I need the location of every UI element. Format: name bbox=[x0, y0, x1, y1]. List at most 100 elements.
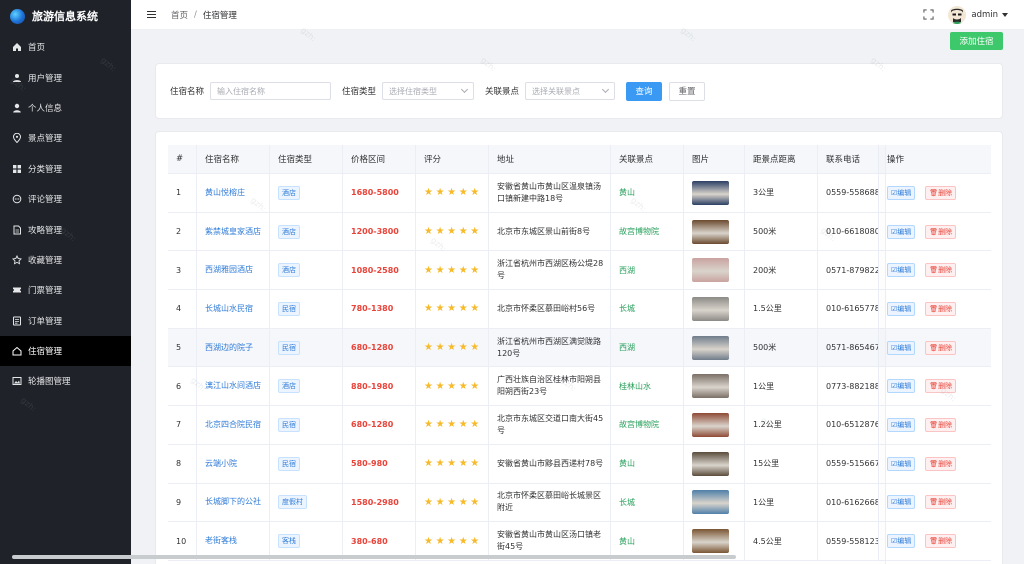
accommodation-name-link[interactable]: 紫禁城皇家酒店 bbox=[205, 226, 267, 238]
sidebar-item-5[interactable]: 评论管理 bbox=[0, 184, 131, 214]
caret-down-icon[interactable] bbox=[1002, 12, 1008, 17]
table-row[interactable]: 2 紫禁城皇家酒店 酒店 1200-3800 ★★★★★ 北京市东城区景山前街8号 故宫博物… bbox=[168, 212, 991, 252]
accommodation-thumbnail[interactable] bbox=[692, 529, 729, 554]
delete-button[interactable]: 🗑 删除 bbox=[925, 417, 957, 432]
accommodation-thumbnail[interactable] bbox=[692, 490, 729, 515]
delete-button[interactable]: 🗑 删除 bbox=[925, 534, 957, 549]
type-filter-select[interactable]: 选择住宿类型 bbox=[382, 82, 475, 100]
sidebar-item-label: 分类管理 bbox=[28, 164, 63, 175]
accommodation-name-link[interactable]: 西湖雅园酒店 bbox=[205, 264, 259, 276]
related-spot-link[interactable]: 黄山 bbox=[619, 536, 635, 547]
related-spot-link[interactable]: 黄山 bbox=[619, 458, 635, 469]
accommodation-thumbnail[interactable] bbox=[692, 451, 729, 476]
table-row[interactable]: 6 漓江山水间酒店 酒店 880-1980 ★★★★★ 广西壮族自治区桂林市阳朔县阳朔西街… bbox=[168, 367, 991, 407]
accommodation-name-link[interactable]: 漓江山水间酒店 bbox=[205, 380, 267, 392]
query-button[interactable]: 查询 bbox=[626, 81, 663, 101]
related-spot-link[interactable]: 故宫博物院 bbox=[619, 226, 659, 237]
price-range: 680-1280 bbox=[351, 343, 394, 353]
related-spot-link[interactable]: 西湖 bbox=[619, 342, 635, 353]
delete-button[interactable]: 🗑 删除 bbox=[925, 301, 957, 316]
related-spot-link[interactable]: 故宫博物院 bbox=[619, 419, 659, 430]
edit-button[interactable]: ☑ 编辑 bbox=[887, 456, 916, 471]
phone: 0559-5156677 bbox=[826, 459, 879, 469]
reset-button[interactable]: 重置 bbox=[669, 81, 706, 101]
username[interactable]: admin bbox=[971, 10, 998, 20]
accommodation-name-link[interactable]: 西湖边的院子 bbox=[205, 342, 259, 354]
table-row[interactable]: 5 西湖边的院子 民宿 680-1280 ★★★★★ 浙江省杭州市西湖区满觉陇路120号 西… bbox=[168, 328, 991, 368]
delete-button[interactable]: 🗑 删除 bbox=[925, 340, 957, 355]
edit-button[interactable]: ☑ 编辑 bbox=[887, 379, 916, 394]
delete-button[interactable]: 🗑 删除 bbox=[925, 456, 957, 471]
spot-filter-label: 关联景点 bbox=[485, 87, 520, 97]
table-row[interactable]: 1 黄山悦榕庄 酒店 1680-5800 ★★★★★ 安徽省黄山市黄山区温泉镇汤口镇新建中… bbox=[168, 174, 991, 213]
delete-button[interactable]: 🗑 删除 bbox=[925, 495, 957, 510]
accommodation-thumbnail[interactable] bbox=[692, 180, 729, 205]
sidebar-item-0[interactable]: 首页 bbox=[0, 32, 131, 62]
delete-button[interactable]: 🗑 删除 bbox=[925, 224, 957, 239]
sidebar-menu: 首页用户管理 个人信息 景点管理分类管理评论管理 攻略管理 收藏管理 门票管理 订单管理 住宿… bbox=[0, 32, 131, 397]
sidebar-item-8[interactable]: 门票管理 bbox=[0, 275, 131, 305]
delete-label: 删除 bbox=[938, 227, 953, 236]
sidebar-item-10[interactable]: 住宿管理 bbox=[0, 335, 131, 367]
accommodation-name-link[interactable]: 北京四合院民宿 bbox=[205, 419, 267, 431]
sidebar-item-9[interactable]: 订单管理 bbox=[0, 306, 131, 336]
delete-button[interactable]: 🗑 删除 bbox=[925, 263, 957, 278]
edit-button[interactable]: ☑ 编辑 bbox=[887, 263, 916, 278]
accommodation-thumbnail[interactable] bbox=[692, 219, 729, 244]
sidebar-item-6[interactable]: 攻略管理 bbox=[0, 214, 131, 244]
brand[interactable]: 旅游信息系统 bbox=[0, 0, 131, 32]
menu-toggle-icon[interactable] bbox=[147, 10, 156, 19]
table-row[interactable]: 7 北京四合院民宿 民宿 680-1280 ★★★★★ 北京市东城区交道口南大街45号 故宫… bbox=[168, 406, 991, 445]
add-accommodation-button[interactable]: 添加住宿 bbox=[950, 32, 1003, 50]
sidebar-item-3[interactable]: 景点管理 bbox=[0, 123, 131, 153]
edit-button[interactable]: ☑ 编辑 bbox=[887, 417, 916, 432]
accommodation-name-link[interactable]: 长城脚下的公社 bbox=[205, 496, 267, 508]
edit-label: 编辑 bbox=[897, 382, 912, 391]
accommodation-name-link[interactable]: 长城山水民宿 bbox=[205, 303, 259, 315]
related-spot-link[interactable]: 桂林山水 bbox=[619, 381, 651, 392]
table-row[interactable]: 8 云端小院 民宿 580-980 ★★★★★ 安徽省黄山市黟县西递村78号 黄山 15公里 0… bbox=[168, 444, 991, 484]
related-spot-link[interactable]: 黄山 bbox=[619, 187, 635, 198]
type-tag: 民宿 bbox=[278, 456, 300, 471]
spot-filter-select[interactable]: 选择关联景点 bbox=[525, 82, 616, 100]
sidebar-item-4[interactable]: 分类管理 bbox=[0, 154, 131, 184]
delete-button[interactable]: 🗑 删除 bbox=[925, 379, 957, 394]
rating-stars-icon: ★★★★★ bbox=[424, 187, 482, 199]
accommodation-thumbnail[interactable] bbox=[692, 374, 729, 399]
filter-card: 住宿名称 输入住宿名称 住宿类型 选择住宿类型 关联景点 选择关联景点 查询 重… bbox=[155, 63, 1003, 119]
edit-button[interactable]: ☑ 编辑 bbox=[887, 301, 916, 316]
name-filter-input[interactable]: 输入住宿名称 bbox=[210, 82, 332, 100]
accommodation-name-link[interactable]: 老街客栈 bbox=[205, 535, 243, 547]
accommodation-thumbnail[interactable] bbox=[692, 258, 729, 283]
breadcrumb-home[interactable]: 首页 bbox=[171, 9, 188, 21]
related-spot-link[interactable]: 长城 bbox=[619, 497, 635, 508]
table-row[interactable]: 9 长城脚下的公社 度假村 1580-2980 ★★★★★ 北京市怀柔区慕田峪长城景区附近… bbox=[168, 483, 991, 523]
fullscreen-icon[interactable] bbox=[923, 9, 934, 20]
horizontal-scrollbar[interactable] bbox=[12, 555, 736, 559]
type-tag: 酒店 bbox=[278, 185, 300, 200]
accommodation-thumbnail[interactable] bbox=[692, 296, 729, 321]
edit-button[interactable]: ☑ 编辑 bbox=[887, 534, 916, 549]
delete-button[interactable]: 🗑 删除 bbox=[925, 185, 957, 200]
accommodation-thumbnail[interactable] bbox=[692, 335, 729, 360]
edit-button[interactable]: ☑ 编辑 bbox=[887, 185, 916, 200]
sidebar-item-7[interactable]: 收藏管理 bbox=[0, 245, 131, 275]
app-title: 旅游信息系统 bbox=[32, 10, 98, 23]
edit-button[interactable]: ☑ 编辑 bbox=[887, 495, 916, 510]
edit-button[interactable]: ☑ 编辑 bbox=[887, 340, 916, 355]
accommodation-name-link[interactable]: 云端小院 bbox=[205, 458, 243, 470]
type-tag: 民宿 bbox=[278, 301, 300, 316]
sidebar-item-1[interactable]: 用户管理 bbox=[0, 62, 131, 92]
sidebar-item-11[interactable]: 轮播图管理 bbox=[0, 366, 131, 396]
accommodation-name-link[interactable]: 黄山悦榕庄 bbox=[205, 187, 251, 199]
sidebar-item-2[interactable]: 个人信息 bbox=[0, 93, 131, 123]
table-row[interactable]: 4 长城山水民宿 民宿 780-1380 ★★★★★ 北京市怀柔区慕田峪村56号 长城 1.5… bbox=[168, 290, 991, 329]
accommodation-thumbnail[interactable] bbox=[692, 412, 729, 437]
delete-icon: 🗑 bbox=[929, 227, 939, 236]
table-row[interactable]: 3 西湖雅园酒店 酒店 1080-2580 ★★★★★ 浙江省杭州市西湖区杨公堤28号 西湖… bbox=[168, 251, 991, 291]
sidebar-item-label: 首页 bbox=[28, 43, 46, 54]
edit-button[interactable]: ☑ 编辑 bbox=[887, 224, 916, 239]
related-spot-link[interactable]: 西湖 bbox=[619, 265, 635, 276]
related-spot-link[interactable]: 长城 bbox=[619, 303, 635, 314]
avatar[interactable] bbox=[948, 5, 967, 24]
